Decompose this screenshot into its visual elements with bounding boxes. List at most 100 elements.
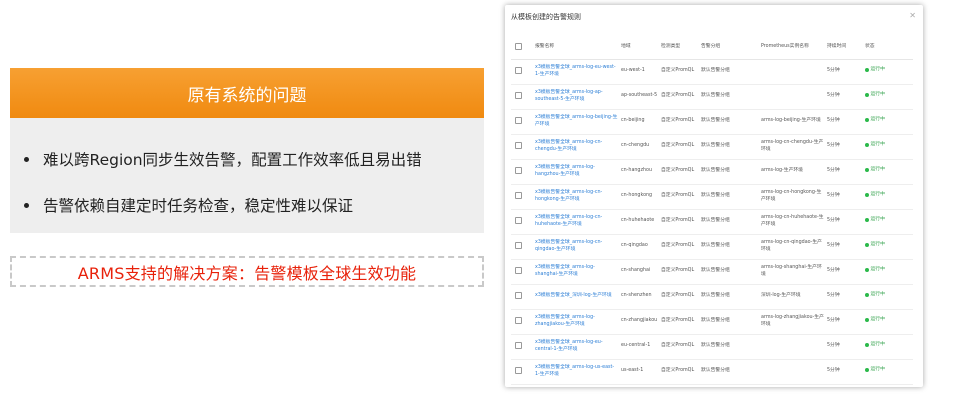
status-label: 运行中 [870, 241, 885, 247]
problem-title: 原有系统的问题 [10, 68, 484, 118]
rule-name-link[interactable]: x3模板告警全球_arms-log-hangzhou-生产环境 [535, 159, 621, 185]
row-select-cell [511, 334, 535, 360]
row-checkbox[interactable] [515, 92, 522, 100]
status-label: 运行中 [870, 66, 885, 72]
rule-status-cell: 运行中 [865, 209, 913, 235]
table-row: x3模板告警全球_arms-log-cn-hongkong-生产环境 cn-hon… [511, 184, 913, 210]
alert-rule-table: 报警名称 地域 检测类型 告警分组 Prometheus实例名称 持续时间 状态… [511, 35, 913, 385]
row-checkbox[interactable] [515, 267, 522, 275]
rule-type: 自定义PromQL [661, 334, 701, 360]
rule-name-link[interactable]: x3模板告警全球_arms-log-us-east-1-生产环境 [535, 359, 621, 385]
rule-duration: 5分钟 [827, 134, 865, 160]
row-checkbox[interactable] [515, 142, 522, 150]
column-header-region: 地域 [621, 35, 661, 60]
table-row: x3模板告警全球_arms-log-cn-huhehaote-生产环境 cn-hu… [511, 209, 913, 235]
bullet-text: 告警依赖自建定时任务检查，稳定性难以保证 [43, 197, 354, 215]
rule-status-cell: 运行中 [865, 259, 913, 285]
rule-region: cn-shanghai [621, 259, 661, 285]
rule-status-cell: 运行中 [865, 59, 913, 85]
rule-group: 默认告警分组 [701, 234, 761, 260]
rule-group: 默认告警分组 [701, 359, 761, 385]
status-dot-icon [865, 318, 869, 323]
rule-prometheus-instance: arms-log-cn-qingdao-生产环境 [761, 234, 827, 260]
status-badge: 运行中 [865, 192, 885, 199]
rule-name-link[interactable]: x3模板告警全球_深圳-log-生产环境 [535, 284, 621, 310]
rule-status-cell: 运行中 [865, 284, 913, 310]
row-checkbox[interactable] [515, 67, 522, 75]
rule-duration: 5分钟 [827, 184, 865, 210]
rule-prometheus-instance: arms-log-cn-hongkong-生产环境 [761, 184, 827, 210]
rule-region: cn-huhehaote [621, 209, 661, 235]
dialog-title: 从模板创建的告警规则 [511, 13, 581, 21]
table-body: x3模板告警全球_arms-log-eu-west-1-生产环境 eu-west-… [511, 59, 913, 385]
status-badge: 运行中 [865, 367, 885, 374]
row-checkbox[interactable] [515, 292, 522, 300]
row-checkbox[interactable] [515, 117, 522, 125]
problem-bullet-list: 难以跨Region同步生效告警，配置工作效率低且易出错 告警依赖自建定时任务检查… [10, 118, 484, 228]
status-label: 运行中 [870, 166, 885, 172]
status-badge: 运行中 [865, 242, 885, 249]
rule-name-link[interactable]: x3模板告警全球_arms-log-eu-west-1-生产环境 [535, 59, 621, 85]
bullet-dot-icon [24, 156, 29, 162]
row-checkbox[interactable] [515, 242, 522, 250]
rule-status-cell: 运行中 [865, 159, 913, 185]
rule-name-link[interactable]: x3模板告警全球_arms-log-zhangjiakou-生产环境 [535, 309, 621, 335]
rule-name-link[interactable]: x3模板告警全球_arms-log-cn-hongkong-生产环境 [535, 184, 621, 210]
rule-region: cn-zhangjiakou [621, 309, 661, 335]
rule-name-link[interactable]: x3模板告警全球_arms-log-shanghai-生产环境 [535, 259, 621, 285]
rule-type: 自定义PromQL [661, 134, 701, 160]
row-select-cell [511, 309, 535, 335]
rule-name-link[interactable]: x3模板告警全球_arms-log-cn-chengdu-生产环境 [535, 134, 621, 160]
status-dot-icon [865, 243, 869, 248]
status-badge: 运行中 [865, 142, 885, 149]
table-row: x3模板告警全球_arms-log-eu-central-1-生产环境 eu-ce… [511, 334, 913, 360]
rule-duration: 5分钟 [827, 284, 865, 310]
rule-duration: 5分钟 [827, 59, 865, 85]
template-rules-dialog: 从模板创建的告警规则 ✕ 报警名称 地域 检测类型 告警分组 Prometheu… [505, 5, 923, 387]
rule-status-cell: 运行中 [865, 334, 913, 360]
table-row: x3模板告警全球_arms-log-us-east-1-生产环境 us-east-… [511, 359, 913, 385]
rule-duration: 5分钟 [827, 159, 865, 185]
row-checkbox[interactable] [515, 167, 522, 175]
rule-name-link[interactable]: x3模板告警全球_arms-log-ap-southeast-5-生产环境 [535, 84, 621, 110]
table-row: x3模板告警全球_arms-log-ap-southeast-5-生产环境 ap-… [511, 84, 913, 110]
rule-prometheus-instance: arms-log-生产环境 [761, 159, 827, 185]
rule-status-cell: 运行中 [865, 359, 913, 385]
rule-name-link[interactable]: x3模板告警全球_arms-log-eu-central-1-生产环境 [535, 334, 621, 360]
rule-type: 自定义PromQL [661, 209, 701, 235]
column-header-name: 报警名称 [535, 35, 621, 60]
rule-prometheus-instance: arms-log-cn-chengdu-生产环境 [761, 134, 827, 160]
table-row: x3模板告警全球_arms-log-shanghai-生产环境 cn-shangh… [511, 259, 913, 285]
rule-name-link[interactable]: x3模板告警全球_arms-log-beijing-生产环境 [535, 109, 621, 135]
rule-type: 自定义PromQL [661, 259, 701, 285]
status-badge: 运行中 [865, 167, 885, 174]
bullet-dot-icon [24, 202, 29, 208]
row-checkbox[interactable] [515, 342, 522, 350]
row-checkbox[interactable] [515, 217, 522, 225]
rule-prometheus-instance: arms-log-zhangjiakou-生产环境 [761, 309, 827, 335]
select-all-checkbox[interactable] [515, 42, 522, 50]
rule-duration: 5分钟 [827, 84, 865, 110]
rule-type: 自定义PromQL [661, 159, 701, 185]
row-checkbox[interactable] [515, 317, 522, 325]
close-icon[interactable]: ✕ [909, 11, 916, 20]
status-dot-icon [865, 343, 869, 348]
rule-prometheus-instance: 深圳-log-生产环境 [761, 284, 827, 310]
table-header-row: 报警名称 地域 检测类型 告警分组 Prometheus实例名称 持续时间 状态 [511, 35, 913, 60]
row-checkbox[interactable] [515, 192, 522, 200]
status-badge: 运行中 [865, 317, 885, 324]
row-checkbox[interactable] [515, 367, 522, 375]
rule-prometheus-instance: arms-log-beijing-生产环境 [761, 109, 827, 135]
rule-prometheus-instance: arms-log-shanghai-生产环境 [761, 259, 827, 285]
rule-group: 默认告警分组 [701, 209, 761, 235]
rule-duration: 5分钟 [827, 259, 865, 285]
table-row: x3模板告警全球_arms-log-beijing-生产环境 cn-beijing… [511, 109, 913, 135]
rule-prometheus-instance [761, 84, 827, 110]
status-dot-icon [865, 368, 869, 373]
rule-name-link[interactable]: x3模板告警全球_arms-log-cn-huhehaote-生产环境 [535, 209, 621, 235]
status-label: 运行中 [870, 116, 885, 122]
column-header-status: 状态 [865, 35, 913, 60]
rule-region: us-east-1 [621, 359, 661, 385]
rule-name-link[interactable]: x3模板告警全球_arms-log-cn-qingdao-生产环境 [535, 234, 621, 260]
rule-duration: 5分钟 [827, 309, 865, 335]
